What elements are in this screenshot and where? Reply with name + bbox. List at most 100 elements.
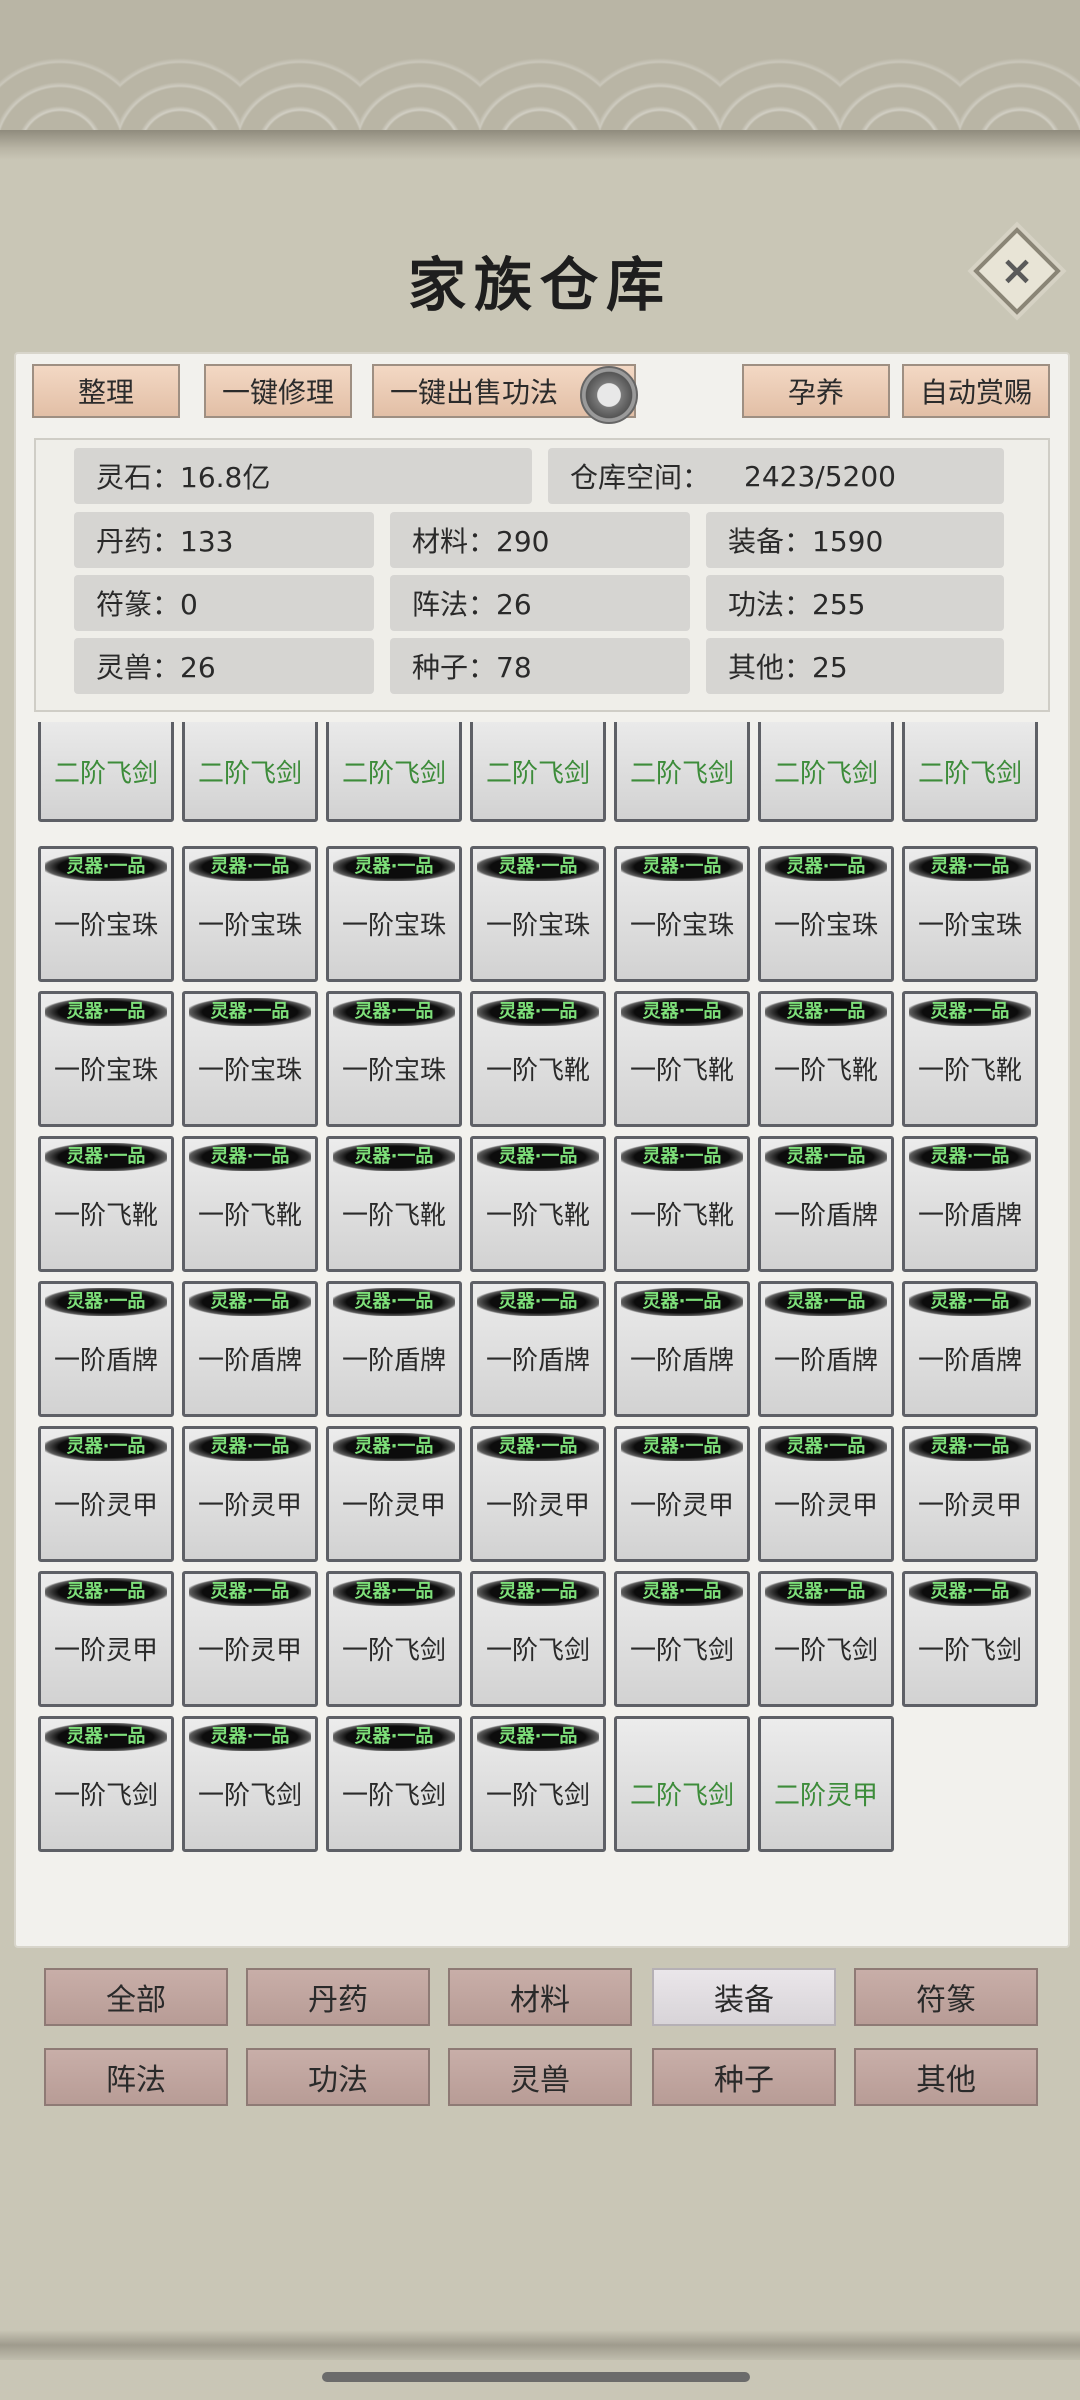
category-tab[interactable]: 阵法 <box>44 2048 228 2106</box>
item-grade-tag: 灵器·一品 <box>909 1288 1031 1316</box>
item-name: 二阶飞剑 <box>341 759 446 789</box>
item-grade-tag: 灵器·一品 <box>765 853 887 881</box>
item-slot[interactable]: 灵器·一品 一阶灵甲 <box>326 1426 462 1562</box>
item-slot[interactable]: 灵器·一品 一阶飞靴 <box>902 991 1038 1127</box>
item-slot[interactable]: 灵器·一品 一阶飞靴 <box>614 991 750 1127</box>
item-name: 一阶宝珠 <box>917 911 1022 941</box>
item-slot[interactable]: 二阶飞剑 <box>470 722 606 822</box>
item-grade-tag: 灵器·一品 <box>45 1433 167 1461</box>
item-slot[interactable]: 灵器·一品 一阶盾牌 <box>470 1281 606 1417</box>
item-slot[interactable]: 灵器·一品 一阶飞靴 <box>38 1136 174 1272</box>
item-slot[interactable]: 灵器·一品一阶飞剑 <box>902 1571 1038 1707</box>
category-tab[interactable]: 其他 <box>854 2048 1038 2106</box>
item-slot[interactable]: 灵器·一品 一阶飞剑 <box>182 1716 318 1852</box>
category-tab[interactable]: 材料 <box>448 1968 632 2026</box>
stat-skills: 功法：255 <box>706 575 1004 631</box>
item-name: 一阶飞靴 <box>917 1056 1022 1086</box>
item-name: 一阶飞靴 <box>485 1201 590 1231</box>
item-slot[interactable]: 灵器·一品 一阶飞靴 <box>182 1136 318 1272</box>
item-slot[interactable]: 二阶飞剑 <box>614 722 750 822</box>
item-slot[interactable]: 灵器·一品 一阶盾牌 <box>326 1281 462 1417</box>
item-slot[interactable]: 灵器·一品 一阶盾牌 <box>902 1281 1038 1417</box>
gear-icon[interactable] <box>580 366 638 424</box>
item-slot[interactable]: 灵器·一品 一阶盾牌 <box>182 1281 318 1417</box>
item-slot[interactable]: 灵器·一品 一阶盾牌 <box>758 1281 894 1417</box>
item-slot[interactable]: 灵器·一品 一阶飞剑 <box>470 1716 606 1852</box>
sort-button[interactable]: 整理 <box>32 364 180 418</box>
category-tab[interactable]: 丹药 <box>246 1968 430 2026</box>
top-decoration-edge <box>0 130 1080 160</box>
stat-others: 其他：25 <box>706 638 1004 694</box>
page-title: 家族仓库 <box>407 251 672 319</box>
item-grade-tag: 灵器·一品 <box>765 1288 887 1316</box>
item-slot[interactable]: 灵器·一品 一阶灵甲 <box>614 1426 750 1562</box>
item-name: 一阶灵甲 <box>197 1491 302 1521</box>
bottom-decoration <box>0 2330 1080 2360</box>
item-slot[interactable]: 二阶灵甲 <box>758 1716 894 1852</box>
item-slot[interactable]: 灵器·一品 一阶宝珠 <box>182 991 318 1127</box>
item-slot[interactable]: 灵器·一品 一阶盾牌 <box>902 1136 1038 1272</box>
item-name: 一阶飞剑 <box>485 1636 590 1666</box>
item-slot[interactable]: 灵器·一品 一阶宝珠 <box>38 846 174 982</box>
item-slot[interactable]: 灵器·一品 一阶宝珠 <box>614 846 750 982</box>
item-slot[interactable]: 灵器·一品 一阶飞剑 <box>38 1716 174 1852</box>
stat-equipment: 装备：1590 <box>706 512 1004 568</box>
stat-seeds: 种子：78 <box>390 638 690 694</box>
item-grade-tag: 灵器·一品 <box>909 1578 1031 1606</box>
item-grade-tag: 灵器·一品 <box>621 1578 743 1606</box>
item-slot[interactable]: 灵器·一品 一阶灵甲 <box>182 1426 318 1562</box>
home-indicator[interactable] <box>322 2372 750 2382</box>
item-grade-tag: 灵器·一品 <box>765 1143 887 1171</box>
item-slot[interactable]: 二阶飞剑 <box>182 722 318 822</box>
item-slot[interactable]: 灵器·一品 一阶灵甲 <box>38 1426 174 1562</box>
item-slot[interactable]: 灵器·一品 一阶灵甲 <box>470 1426 606 1562</box>
item-grade-tag: 灵器·一品 <box>477 1143 599 1171</box>
item-slot[interactable]: 灵器·一品 一阶飞剑 <box>326 1716 462 1852</box>
item-slot[interactable]: 灵器·一品 一阶飞剑 <box>614 1571 750 1707</box>
item-grade-tag: 灵器·一品 <box>333 1143 455 1171</box>
item-slot[interactable]: 二阶飞剑 <box>38 722 174 822</box>
item-slot[interactable]: 灵器·一品 一阶宝珠 <box>758 846 894 982</box>
stat-formations: 阵法：26 <box>390 575 690 631</box>
category-tab[interactable]: 装备 <box>652 1968 836 2026</box>
item-slot[interactable]: 灵器·一品 一阶宝珠 <box>902 846 1038 982</box>
item-slot[interactable]: 灵器·一品 一阶灵甲 <box>902 1426 1038 1562</box>
item-slot[interactable]: 灵器·一品一阶飞靴 <box>470 1136 606 1272</box>
item-slot[interactable]: 灵器·一品 一阶盾牌 <box>614 1281 750 1417</box>
item-slot[interactable]: 灵器·一品 一阶灵甲 <box>182 1571 318 1707</box>
item-grade-tag: 灵器·一品 <box>477 1288 599 1316</box>
item-slot[interactable]: 二阶飞剑 <box>758 722 894 822</box>
category-tab[interactable]: 功法 <box>246 2048 430 2106</box>
auto-reward-button[interactable]: 自动赏赐 <box>902 364 1050 418</box>
stat-storage-label: 仓库空间： <box>570 461 711 494</box>
category-tab[interactable]: 种子 <box>652 2048 836 2106</box>
item-name: 一阶飞剑 <box>917 1636 1022 1666</box>
item-slot[interactable]: 二阶飞剑 <box>614 1716 750 1852</box>
item-grade-tag: 灵器·一品 <box>333 1433 455 1461</box>
item-slot[interactable]: 灵器·一品 一阶盾牌 <box>38 1281 174 1417</box>
item-slot[interactable]: 灵器·一品 一阶飞靴 <box>326 1136 462 1272</box>
item-slot[interactable]: 灵器·一品 一阶灵甲 <box>38 1571 174 1707</box>
item-slot[interactable]: 灵器·一品 一阶飞剑 <box>758 1571 894 1707</box>
item-slot[interactable]: 灵器·一品 一阶宝珠 <box>326 846 462 982</box>
item-slot[interactable]: 二阶飞剑 <box>902 722 1038 822</box>
category-tab[interactable]: 全部 <box>44 1968 228 2026</box>
item-slot[interactable]: 灵器·一品 一阶盾牌 <box>758 1136 894 1272</box>
item-slot[interactable]: 灵器·一品 一阶飞靴 <box>758 991 894 1127</box>
item-grid[interactable]: 二阶飞剑 二阶飞剑 二阶飞剑 二阶飞剑 二阶飞剑 二阶飞剑 二阶飞剑 灵器·一品 一阶宝珠 灵器·… <box>38 722 1042 1926</box>
item-slot[interactable]: 灵器·一品 一阶飞剑 <box>470 1571 606 1707</box>
item-slot[interactable]: 灵器·一品 一阶飞靴 <box>614 1136 750 1272</box>
item-slot[interactable]: 二阶飞剑 <box>326 722 462 822</box>
repair-all-button[interactable]: 一键修理 <box>204 364 352 418</box>
category-tab[interactable]: 灵兽 <box>448 2048 632 2106</box>
item-slot[interactable]: 灵器·一品 一阶飞剑 <box>326 1571 462 1707</box>
item-slot[interactable]: 灵器·一品 一阶宝珠 <box>326 991 462 1127</box>
nurture-button[interactable]: 孕养 <box>742 364 890 418</box>
item-slot[interactable]: 灵器·一品 一阶宝珠 <box>38 991 174 1127</box>
category-tab[interactable]: 符篆 <box>854 1968 1038 2026</box>
item-slot[interactable]: 灵器·一品 一阶宝珠 <box>182 846 318 982</box>
item-slot[interactable]: 灵器·一品 一阶飞靴 <box>470 991 606 1127</box>
item-slot[interactable]: 灵器·一品 一阶灵甲 <box>758 1426 894 1562</box>
item-slot[interactable]: 灵器·一品 一阶宝珠 <box>470 846 606 982</box>
item-name: 一阶飞剑 <box>341 1781 446 1811</box>
